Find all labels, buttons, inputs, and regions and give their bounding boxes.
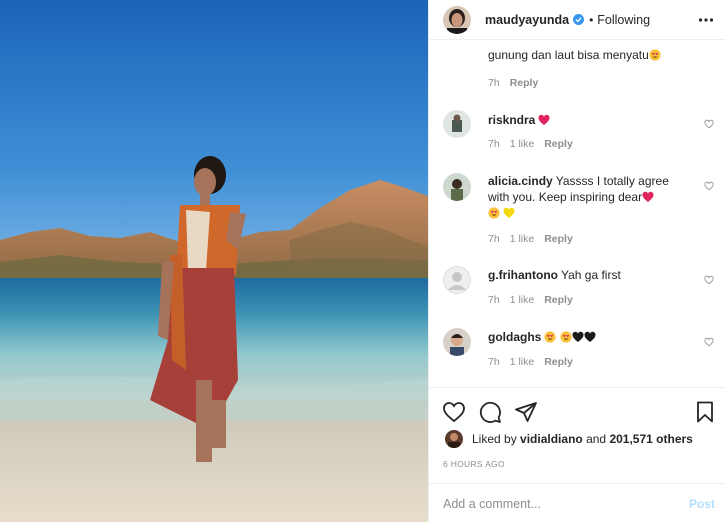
- red-heart-emoji-icon: [642, 191, 654, 202]
- comment-username[interactable]: goldaghs: [488, 330, 541, 344]
- following-button[interactable]: Following: [597, 13, 650, 27]
- comment-meta: 7h 1 like Reply: [488, 356, 583, 368]
- beach-photo-image: [0, 0, 428, 522]
- black-heart-emoji-icon: [572, 331, 584, 342]
- comment-text: Yah ga first: [560, 268, 621, 282]
- comment-text: gunung dan laut bisa menyatu: [488, 48, 649, 62]
- heart-eyes-emoji-icon: [544, 331, 556, 343]
- red-heart-emoji-icon: [538, 114, 550, 125]
- like-heart-icon[interactable]: [442, 400, 466, 424]
- author-username[interactable]: maudyayunda: [485, 13, 569, 27]
- post-comment-button[interactable]: Post: [689, 497, 715, 511]
- reply-button[interactable]: Reply: [510, 77, 539, 89]
- likes-summary: Liked by vidialdiano and 201,571 others: [445, 430, 693, 448]
- like-comment-heart-icon[interactable]: [704, 119, 714, 129]
- reply-button[interactable]: Reply: [544, 294, 573, 306]
- commenter-avatar[interactable]: [443, 173, 471, 201]
- heart-eyes-emoji-icon: [488, 207, 500, 219]
- comment-likes[interactable]: 1 like: [510, 233, 535, 245]
- reply-button[interactable]: Reply: [544, 356, 573, 368]
- likes-count[interactable]: 201,571 others: [609, 432, 692, 446]
- liker-avatar[interactable]: [445, 430, 463, 448]
- post-header: maudyayunda • Following: [429, 0, 725, 40]
- reply-button[interactable]: Reply: [544, 138, 573, 150]
- likes-prefix: Liked by: [472, 432, 517, 446]
- comment-body: goldaghs: [488, 329, 688, 345]
- comment-body: alicia.cindy Yassss I totally agree with …: [488, 173, 688, 221]
- like-comment-heart-icon[interactable]: [704, 181, 714, 191]
- post-timestamp[interactable]: 6 HOURS AGO: [443, 459, 505, 469]
- comment-username[interactable]: riskndra: [488, 113, 535, 127]
- commenter-avatar[interactable]: [443, 328, 471, 356]
- author-avatar[interactable]: [443, 5, 471, 34]
- comment-meta: 7h 1 like Reply: [488, 294, 583, 306]
- share-paper-plane-icon[interactable]: [514, 400, 538, 424]
- comment-body: riskndra: [488, 112, 688, 128]
- comment-username[interactable]: alicia.cindy: [488, 174, 553, 188]
- comment-time[interactable]: 7h: [488, 356, 500, 368]
- add-comment-bar: Post: [429, 483, 725, 522]
- post-photo[interactable]: [0, 0, 428, 522]
- comment-body: g.frihantono Yah ga first: [488, 267, 688, 283]
- save-bookmark-icon[interactable]: [693, 400, 717, 424]
- add-comment-input[interactable]: [443, 494, 663, 514]
- comment-time[interactable]: 7h: [488, 233, 500, 245]
- post-actions: Liked by vidialdiano and 201,571 others …: [429, 387, 725, 522]
- heart-eyes-emoji-icon: [649, 49, 661, 61]
- comment-body: gunung dan laut bisa menyatu: [488, 47, 688, 63]
- likes-conjunction: and: [586, 432, 607, 446]
- comment-likes[interactable]: 1 like: [510, 294, 535, 306]
- header-separator: •: [589, 12, 594, 27]
- comment-meta: 7h 1 like Reply: [488, 138, 583, 150]
- commenter-avatar[interactable]: [443, 266, 471, 294]
- comment-time[interactable]: 7h: [488, 294, 500, 306]
- black-heart-emoji-icon: [584, 331, 596, 342]
- comments-list[interactable]: gunung dan laut bisa menyatu 7h Reply ris…: [429, 41, 725, 387]
- verified-badge-icon: [573, 14, 585, 25]
- more-options-icon[interactable]: [698, 12, 714, 28]
- yellow-heart-emoji-icon: [503, 207, 515, 218]
- post-sidebar: maudyayunda • Following gunung dan laut …: [428, 0, 725, 522]
- comment-likes[interactable]: 1 like: [510, 138, 535, 150]
- commenter-avatar[interactable]: [443, 110, 471, 138]
- like-comment-heart-icon[interactable]: [704, 275, 714, 285]
- comment-bubble-icon[interactable]: [478, 400, 502, 424]
- reply-button[interactable]: Reply: [544, 233, 573, 245]
- liker-username[interactable]: vidialdiano: [520, 432, 583, 446]
- comment-meta: 7h 1 like Reply: [488, 233, 583, 245]
- like-comment-heart-icon[interactable]: [704, 337, 714, 347]
- comment-username[interactable]: g.frihantono: [488, 268, 558, 282]
- comment-time[interactable]: 7h: [488, 138, 500, 150]
- heart-eyes-emoji-icon: [560, 331, 572, 343]
- comment-meta: 7h Reply: [488, 77, 548, 89]
- comment-time[interactable]: 7h: [488, 77, 500, 89]
- comment-likes[interactable]: 1 like: [510, 356, 535, 368]
